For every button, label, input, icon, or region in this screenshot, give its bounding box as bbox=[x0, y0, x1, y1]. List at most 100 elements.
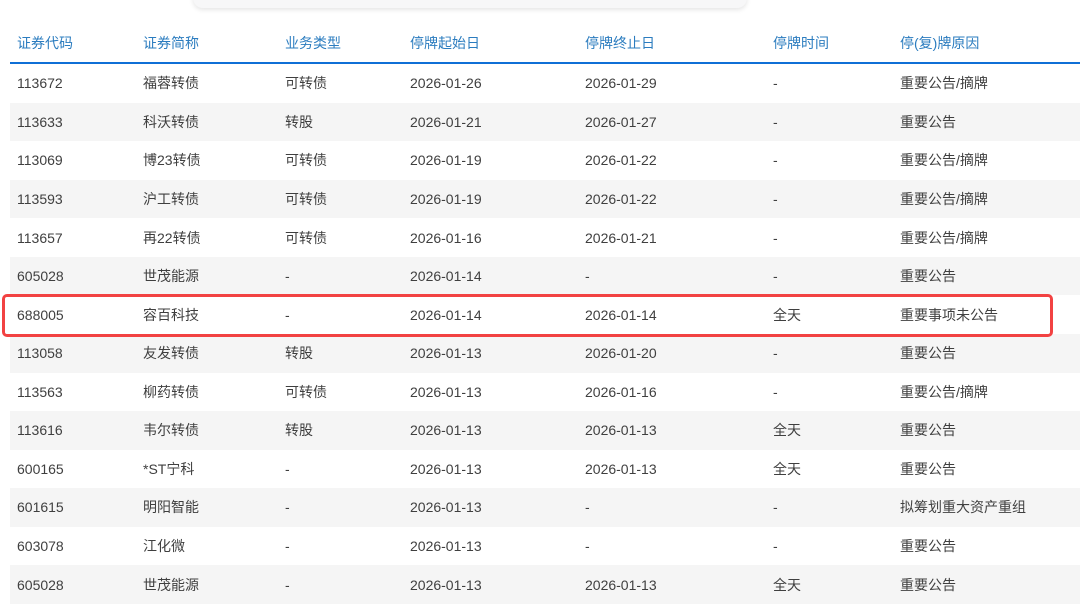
table-header: 证券代码 证券简称 业务类型 停牌起始日 停牌终止日 停牌时间 停(复)牌原因 bbox=[10, 0, 1080, 64]
cell-end_date: 2026-01-27 bbox=[585, 114, 773, 130]
cell-end_date: 2026-01-13 bbox=[585, 422, 773, 438]
cell-biz_type: 转股 bbox=[285, 420, 410, 440]
cell-reason: 重要公告/摘牌 bbox=[900, 73, 1080, 93]
cell-end_date: 2026-01-29 bbox=[585, 75, 773, 91]
cell-reason: 重要公告/摘牌 bbox=[900, 228, 1080, 248]
cell-code: 601615 bbox=[10, 499, 143, 515]
col-header-name: 证券简称 bbox=[143, 33, 285, 53]
cell-code: 688005 bbox=[10, 307, 143, 323]
cell-halt_time: - bbox=[773, 345, 900, 361]
suspension-table: 证券代码 证券简称 业务类型 停牌起始日 停牌终止日 停牌时间 停(复)牌原因 … bbox=[10, 0, 1080, 604]
table-row: 603078江化微-2026-01-13--重要公告 bbox=[10, 527, 1080, 566]
cell-end_date: - bbox=[585, 538, 773, 554]
cell-code: 113657 bbox=[10, 230, 143, 246]
cell-end_date: 2026-01-22 bbox=[585, 191, 773, 207]
table-row: 605028世茂能源-2026-01-132026-01-13全天重要公告 bbox=[10, 565, 1080, 604]
table-row: 113616韦尔转债转股2026-01-132026-01-13全天重要公告 bbox=[10, 411, 1080, 450]
table-row: 601615明阳智能-2026-01-13--拟筹划重大资产重组 bbox=[10, 488, 1080, 527]
cell-code: 113563 bbox=[10, 384, 143, 400]
cell-name: 江化微 bbox=[143, 536, 285, 556]
cell-end_date: - bbox=[585, 268, 773, 284]
cell-name: 世茂能源 bbox=[143, 266, 285, 286]
cell-code: 113672 bbox=[10, 75, 143, 91]
cell-reason: 重要公告 bbox=[900, 459, 1080, 479]
cell-end_date: 2026-01-16 bbox=[585, 384, 773, 400]
cell-biz_type: 可转债 bbox=[285, 73, 410, 93]
col-header-end-date: 停牌终止日 bbox=[585, 33, 773, 53]
cell-reason: 重要公告 bbox=[900, 536, 1080, 556]
table-row: 113069博23转债可转债2026-01-192026-01-22-重要公告/… bbox=[10, 141, 1080, 180]
cell-halt_time: 全天 bbox=[773, 420, 900, 440]
cell-biz_type: 可转债 bbox=[285, 228, 410, 248]
cell-name: 博23转债 bbox=[143, 150, 285, 170]
table-row: 600165*ST宁科-2026-01-132026-01-13全天重要公告 bbox=[10, 450, 1080, 489]
cell-name: *ST宁科 bbox=[143, 459, 285, 479]
cell-code: 113069 bbox=[10, 152, 143, 168]
table-row: 605028世茂能源-2026-01-14--重要公告 bbox=[10, 257, 1080, 296]
col-header-start-date: 停牌起始日 bbox=[410, 33, 585, 53]
cell-start_date: 2026-01-21 bbox=[410, 114, 585, 130]
cell-name: 明阳智能 bbox=[143, 497, 285, 517]
cell-reason: 重要公告 bbox=[900, 266, 1080, 286]
cell-biz_type: 转股 bbox=[285, 112, 410, 132]
cell-halt_time: - bbox=[773, 499, 900, 515]
cell-halt_time: - bbox=[773, 191, 900, 207]
cell-name: 再22转债 bbox=[143, 228, 285, 248]
cell-biz_type: - bbox=[285, 577, 410, 593]
cell-biz_type: - bbox=[285, 538, 410, 554]
table-body: 113672福蓉转债可转债2026-01-262026-01-29-重要公告/摘… bbox=[10, 64, 1080, 604]
cell-end_date: 2026-01-14 bbox=[585, 307, 773, 323]
cell-start_date: 2026-01-19 bbox=[410, 191, 585, 207]
cell-name: 柳药转债 bbox=[143, 382, 285, 402]
cell-code: 113593 bbox=[10, 191, 143, 207]
table-row: 113672福蓉转债可转债2026-01-262026-01-29-重要公告/摘… bbox=[10, 64, 1080, 103]
cell-halt_time: - bbox=[773, 152, 900, 168]
cell-biz_type: - bbox=[285, 307, 410, 323]
cell-biz_type: 可转债 bbox=[285, 150, 410, 170]
cell-code: 600165 bbox=[10, 461, 143, 477]
table-row: 688005容百科技-2026-01-142026-01-14全天重要事项未公告 bbox=[10, 295, 1080, 334]
cell-start_date: 2026-01-13 bbox=[410, 577, 585, 593]
cell-halt_time: - bbox=[773, 75, 900, 91]
cell-end_date: 2026-01-22 bbox=[585, 152, 773, 168]
cell-start_date: 2026-01-26 bbox=[410, 75, 585, 91]
cell-reason: 重要公告 bbox=[900, 112, 1080, 132]
cell-end_date: 2026-01-13 bbox=[585, 461, 773, 477]
cell-code: 113633 bbox=[10, 114, 143, 130]
col-header-biz-type: 业务类型 bbox=[285, 33, 410, 53]
cell-reason: 拟筹划重大资产重组 bbox=[900, 497, 1080, 517]
cell-name: 世茂能源 bbox=[143, 575, 285, 595]
cell-name: 沪工转债 bbox=[143, 189, 285, 209]
cell-halt_time: 全天 bbox=[773, 305, 900, 325]
cell-code: 605028 bbox=[10, 268, 143, 284]
table-row: 113593沪工转债可转债2026-01-192026-01-22-重要公告/摘… bbox=[10, 180, 1080, 219]
cell-halt_time: - bbox=[773, 230, 900, 246]
cell-name: 韦尔转债 bbox=[143, 420, 285, 440]
cell-end_date: 2026-01-20 bbox=[585, 345, 773, 361]
cell-name: 科沃转债 bbox=[143, 112, 285, 132]
cell-start_date: 2026-01-16 bbox=[410, 230, 585, 246]
cell-reason: 重要公告/摘牌 bbox=[900, 150, 1080, 170]
col-header-halt-time: 停牌时间 bbox=[773, 33, 900, 53]
cell-start_date: 2026-01-13 bbox=[410, 499, 585, 515]
table-row: 113633科沃转债转股2026-01-212026-01-27-重要公告 bbox=[10, 103, 1080, 142]
cell-biz_type: - bbox=[285, 461, 410, 477]
cell-halt_time: 全天 bbox=[773, 575, 900, 595]
cell-biz_type: 可转债 bbox=[285, 189, 410, 209]
cell-reason: 重要事项未公告 bbox=[900, 305, 1080, 325]
cell-code: 603078 bbox=[10, 538, 143, 554]
cell-biz_type: - bbox=[285, 268, 410, 284]
cell-biz_type: - bbox=[285, 499, 410, 515]
cell-halt_time: 全天 bbox=[773, 459, 900, 479]
cell-start_date: 2026-01-13 bbox=[410, 538, 585, 554]
cell-biz_type: 可转债 bbox=[285, 382, 410, 402]
cell-halt_time: - bbox=[773, 384, 900, 400]
cell-name: 友发转债 bbox=[143, 343, 285, 363]
cell-halt_time: - bbox=[773, 538, 900, 554]
cell-code: 113058 bbox=[10, 345, 143, 361]
cell-end_date: 2026-01-21 bbox=[585, 230, 773, 246]
table-row: 113563柳药转债可转债2026-01-132026-01-16-重要公告/摘… bbox=[10, 373, 1080, 412]
cell-reason: 重要公告 bbox=[900, 343, 1080, 363]
cell-start_date: 2026-01-13 bbox=[410, 461, 585, 477]
cell-end_date: - bbox=[585, 499, 773, 515]
